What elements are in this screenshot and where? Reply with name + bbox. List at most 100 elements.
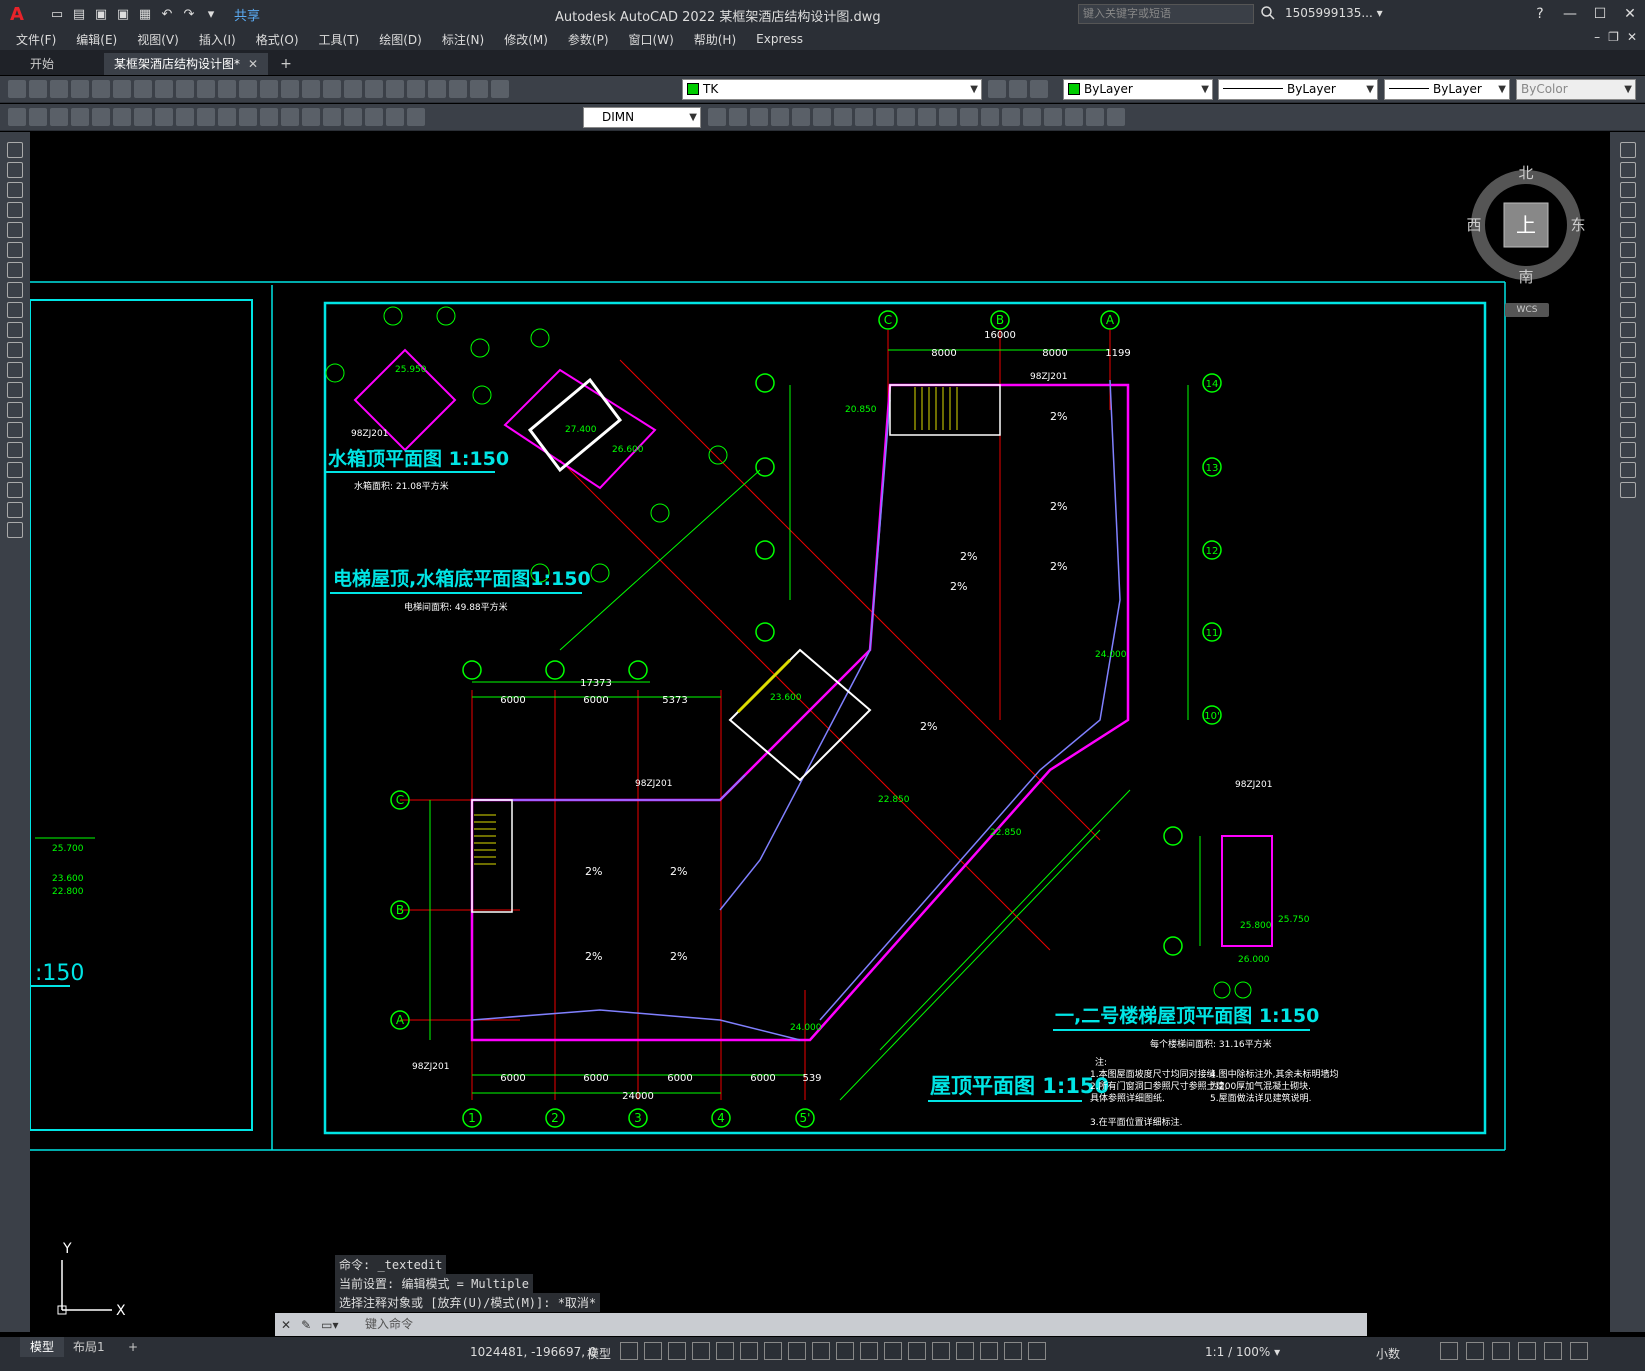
viewcube-west[interactable]: 西 — [1466, 216, 1481, 234]
publish-icon[interactable] — [113, 80, 131, 98]
dim-text-edit-icon[interactable] — [386, 108, 404, 126]
wcs-menu[interactable]: WCS — [1505, 303, 1549, 317]
layer-state-icon[interactable] — [1030, 80, 1048, 98]
offset-icon[interactable] — [792, 108, 810, 126]
redo-tb-icon[interactable] — [239, 80, 257, 98]
line-tool-icon[interactable] — [7, 142, 23, 158]
plotstyle-dropdown[interactable]: ByColor ▼ — [1516, 79, 1636, 100]
fillet-side-icon[interactable] — [1619, 442, 1636, 458]
coordinates-readout[interactable]: 1024481, -196697, 0 — [470, 1345, 596, 1359]
menu-insert[interactable]: 插入(I) — [199, 31, 236, 48]
break-at-icon[interactable] — [960, 108, 978, 126]
jogged-icon[interactable] — [113, 108, 131, 126]
calculator-icon[interactable] — [449, 80, 467, 98]
viewcube[interactable]: 上 北 南 东 西 — [1466, 165, 1586, 285]
aligned-dim-icon[interactable] — [29, 108, 47, 126]
chamfer-side-icon[interactable] — [1619, 422, 1636, 438]
search-icon[interactable] — [1260, 5, 1276, 21]
zoom-realtime-icon[interactable] — [281, 80, 299, 98]
dynamic-ucs-icon[interactable] — [908, 1342, 926, 1360]
match-icon[interactable] — [197, 80, 215, 98]
close-icon[interactable]: ✕ — [281, 1318, 291, 1332]
menu-help[interactable]: 帮助(H) — [694, 31, 736, 48]
redo-icon[interactable]: ↷ — [180, 5, 198, 23]
selection-cycling-icon[interactable] — [860, 1342, 878, 1360]
chamfer-icon[interactable] — [1002, 108, 1020, 126]
make-block-icon[interactable] — [7, 382, 23, 398]
grid-icon[interactable] — [620, 1342, 638, 1360]
tolerance-icon[interactable] — [281, 108, 299, 126]
help-icon[interactable]: ? — [1525, 0, 1555, 28]
quick-properties-icon[interactable] — [1440, 1342, 1458, 1360]
quick-dim-icon[interactable] — [176, 108, 194, 126]
block-icon[interactable] — [1107, 108, 1125, 126]
ellipse-tool-icon[interactable] — [7, 322, 23, 338]
maximize-button[interactable]: ☐ — [1585, 0, 1615, 28]
save-as-icon[interactable]: ▣ — [114, 5, 132, 23]
menu-window[interactable]: 窗口(W) — [629, 31, 674, 48]
polar-icon[interactable] — [716, 1342, 734, 1360]
layer-dropdown[interactable]: TK ▼ — [682, 79, 982, 100]
open-file-icon[interactable]: ▤ — [70, 5, 88, 23]
hardware-acceleration-icon[interactable] — [1518, 1342, 1536, 1360]
stretch-side-icon[interactable] — [1619, 302, 1636, 318]
customize-icon[interactable]: ✎ — [301, 1318, 311, 1332]
insert-block-icon[interactable] — [7, 362, 23, 378]
viewcube-east[interactable]: 东 — [1570, 216, 1585, 234]
erase-side-icon[interactable] — [1619, 142, 1636, 158]
annotation-scale-icon[interactable] — [1028, 1342, 1046, 1360]
ordinate-icon[interactable] — [71, 108, 89, 126]
otrack-icon[interactable] — [764, 1342, 782, 1360]
rotate-side-icon[interactable] — [1619, 262, 1636, 278]
break-point-side-icon[interactable] — [1619, 382, 1636, 398]
copy-icon[interactable] — [155, 80, 173, 98]
dim-edit-icon[interactable] — [365, 108, 383, 126]
offset-side-icon[interactable] — [1619, 202, 1636, 218]
menu-express[interactable]: Express — [756, 32, 803, 46]
mirror-icon[interactable] — [771, 108, 789, 126]
stretch-icon[interactable] — [897, 108, 915, 126]
extend-side-icon[interactable] — [1619, 342, 1636, 358]
trim-side-icon[interactable] — [1619, 322, 1636, 338]
zoom-window-icon[interactable] — [302, 80, 320, 98]
new-file-icon[interactable]: ▭ — [48, 5, 66, 23]
point-tool-icon[interactable] — [7, 402, 23, 418]
gradient-tool-icon[interactable] — [7, 442, 23, 458]
isodraft-icon[interactable] — [740, 1342, 758, 1360]
save-icon[interactable] — [50, 80, 68, 98]
trim-icon[interactable] — [918, 108, 936, 126]
blend-side-icon[interactable] — [1619, 462, 1636, 478]
table-tool-icon[interactable] — [7, 482, 23, 498]
isolate-objects-icon[interactable] — [1492, 1342, 1510, 1360]
cut-icon[interactable] — [134, 80, 152, 98]
array-side-icon[interactable] — [1619, 222, 1636, 238]
ungroup-icon[interactable] — [1086, 108, 1104, 126]
doc-minimize-button[interactable]: – — [1594, 30, 1600, 44]
tool-palettes-icon[interactable] — [386, 80, 404, 98]
scale-side-icon[interactable] — [1619, 282, 1636, 298]
menu-parametric[interactable]: 参数(P) — [568, 31, 609, 48]
print-icon[interactable] — [71, 80, 89, 98]
copy-obj-icon[interactable] — [750, 108, 768, 126]
join-icon[interactable] — [981, 108, 999, 126]
continue-icon[interactable] — [218, 108, 236, 126]
xline-tool-icon[interactable] — [7, 162, 23, 178]
mirror-side-icon[interactable] — [1619, 182, 1636, 198]
erase-icon[interactable] — [729, 108, 747, 126]
add-layout-button[interactable]: + — [118, 1337, 148, 1357]
ellipse-arc-tool-icon[interactable] — [7, 342, 23, 358]
angular-icon[interactable] — [155, 108, 173, 126]
design-center-icon[interactable] — [365, 80, 383, 98]
tab-start[interactable]: 开始 — [20, 53, 64, 75]
minimize-button[interactable]: — — [1555, 0, 1585, 28]
model-space-button[interactable]: 模型 — [587, 1345, 611, 1362]
share-button[interactable]: 共享 — [234, 5, 260, 24]
doc-restore-button[interactable]: ❐ — [1608, 30, 1619, 44]
revcloud-tool-icon[interactable] — [7, 282, 23, 298]
help-tb-icon[interactable] — [470, 80, 488, 98]
arc-tool-icon[interactable] — [7, 242, 23, 258]
menu-edit[interactable]: 编辑(E) — [76, 31, 117, 48]
zoom-previous-icon[interactable] — [323, 80, 341, 98]
search-input[interactable]: 键入关键字或短语 — [1078, 4, 1254, 24]
menu-view[interactable]: 视图(V) — [137, 31, 179, 48]
